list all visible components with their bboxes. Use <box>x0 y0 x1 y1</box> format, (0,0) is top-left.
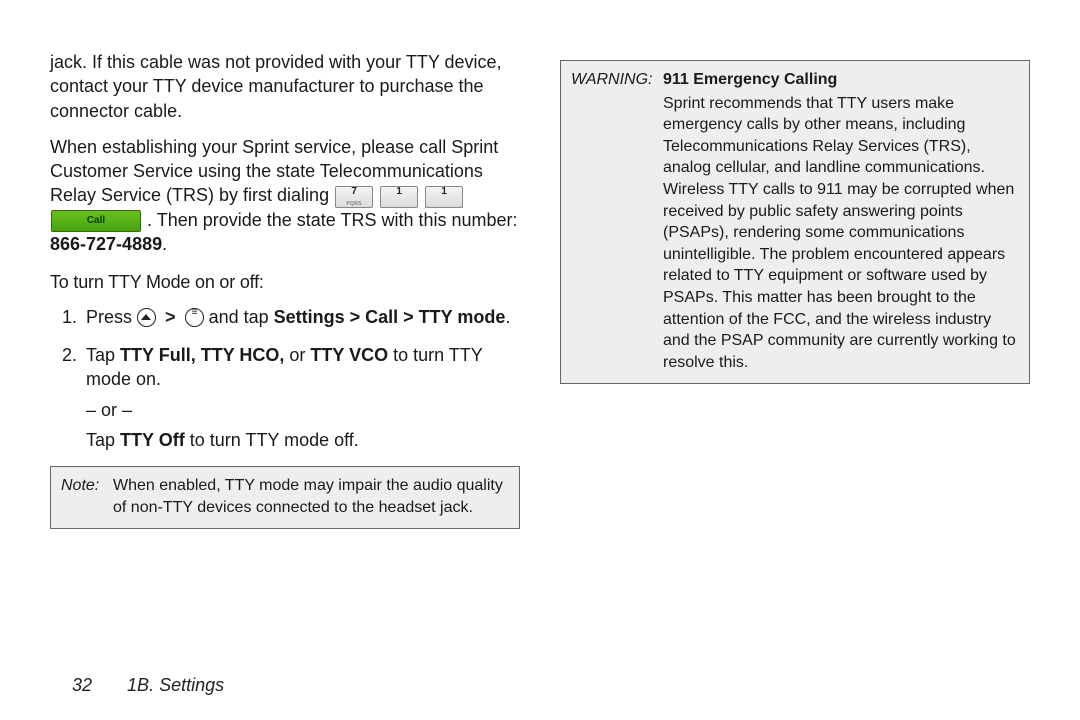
chevron-right-icon: > <box>165 305 176 329</box>
warning-label: WARNING: <box>571 69 657 373</box>
key-1b-icon: 1 <box>425 186 463 208</box>
p2-end: . <box>162 234 167 254</box>
menu-icon <box>185 308 204 327</box>
warning-title: 911 Emergency Calling <box>663 69 1019 91</box>
note-box: Note: When enabled, TTY mode may impair … <box>50 466 520 529</box>
subheading-tty-toggle: To turn TTY Mode on or off: <box>50 270 520 294</box>
or-separator: – or – <box>86 398 520 422</box>
section-title: 1B. Settings <box>127 675 224 695</box>
page-footer: 32 1B. Settings <box>72 675 224 696</box>
page-number: 32 <box>72 675 92 695</box>
note-body: When enabled, TTY mode may impair the au… <box>113 475 509 518</box>
warning-box: WARNING: 911 Emergency Calling Sprint re… <box>560 60 1030 384</box>
right-column: WARNING: 911 Emergency Calling Sprint re… <box>560 50 1030 650</box>
note-label: Note: <box>61 475 105 518</box>
step-2: Tap TTY Full, TTY HCO, or TTY VCO to tur… <box>82 343 520 452</box>
warning-content: 911 Emergency Calling Sprint recommends … <box>663 69 1019 373</box>
step-1: Press > and tap Settings > Call > TTY mo… <box>82 305 520 329</box>
breadcrumb-path: Settings > Call > TTY mode <box>274 307 506 327</box>
left-column: jack. If this cable was not provided wit… <box>50 50 520 650</box>
steps-list: Press > and tap Settings > Call > TTY mo… <box>50 305 520 452</box>
key-7-icon: 7 PQRS <box>335 186 373 208</box>
call-key-icon: Call <box>51 210 141 232</box>
key-1a-icon: 1 <box>380 186 418 208</box>
paragraph-dialing: When establishing your Sprint service, p… <box>50 135 520 256</box>
trs-number: 866-727-4889 <box>50 234 162 254</box>
p2-mid: . Then provide the state TRS with this n… <box>147 210 518 230</box>
warning-body: Sprint recommends that TTY users make em… <box>663 95 1016 371</box>
home-icon <box>137 308 156 327</box>
paragraph-cable: jack. If this cable was not provided wit… <box>50 50 520 123</box>
